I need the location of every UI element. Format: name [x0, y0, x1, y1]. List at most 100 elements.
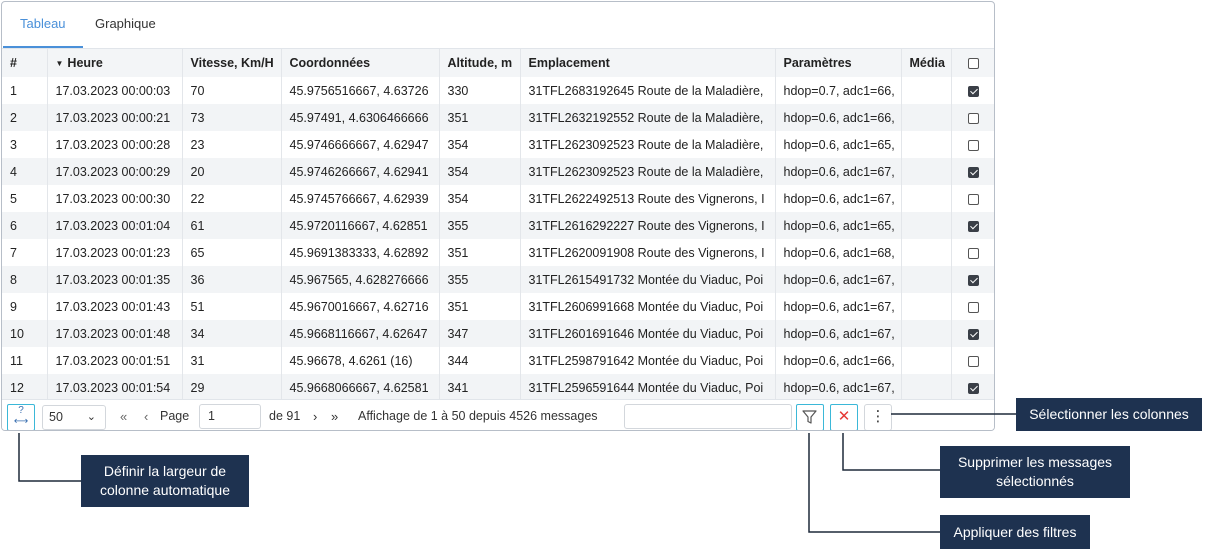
cell-params: hdop=0.6, adc1=67, [775, 374, 902, 401]
cell-speed: 36 [182, 266, 282, 293]
cell-loc: 31TFL2596591644 Montée du Viaduc, Poi [520, 374, 776, 401]
select-all-checkbox-cell[interactable] [951, 49, 994, 77]
cell-loc: 31TFL2623092523 Route de la Maladière, [520, 131, 776, 158]
row-checkbox[interactable] [968, 301, 980, 313]
table-row[interactable]: 10 17.03.2023 00:01:48 34 45.9668116667, 4.… [2, 320, 994, 347]
first-page-button[interactable]: « [120, 409, 127, 424]
cell-time: 17.03.2023 00:01:54 [47, 374, 183, 401]
close-icon: ✕ [837, 408, 851, 425]
table-row[interactable]: 6 17.03.2023 00:01:04 61 45.9720116667, 4.6… [2, 212, 994, 239]
filter-input[interactable] [624, 404, 792, 429]
select-columns-button[interactable]: ⋮ [864, 404, 892, 430]
column-header-coordonnees[interactable]: Coordonnées [281, 49, 440, 77]
cell-coords: 45.9756516667, 4.63726 [281, 77, 440, 104]
cell-loc: 31TFL2683192645 Route de la Maladière, [520, 77, 776, 104]
cell-n: 2 [2, 104, 48, 131]
page-number-input[interactable]: 1 [199, 404, 261, 429]
cell-media [901, 320, 952, 347]
row-checkbox-cell[interactable] [951, 239, 994, 266]
column-header-vitesse[interactable]: Vitesse, Km/H [182, 49, 282, 77]
row-checkbox[interactable] [968, 328, 980, 340]
table-row[interactable]: 12 17.03.2023 00:01:54 29 45.9668066667, 4.… [2, 374, 994, 401]
cell-loc: 31TFL2616292227 Route des Vignerons, I [520, 212, 776, 239]
column-header-altitude[interactable]: Altitude, m [439, 49, 521, 77]
row-checkbox[interactable] [968, 85, 980, 97]
row-checkbox-cell[interactable] [951, 158, 994, 185]
row-checkbox[interactable] [968, 166, 980, 178]
page-size-select[interactable]: 50 ⌄ [42, 405, 106, 430]
cell-params: hdop=0.6, adc1=67, [775, 293, 902, 320]
callout-auto-width-line2: colonne automatique [100, 482, 230, 498]
row-checkbox-cell[interactable] [951, 293, 994, 320]
cell-coords: 45.967565, 4.628276666 [281, 266, 440, 293]
row-checkbox-cell[interactable] [951, 266, 994, 293]
table-row[interactable]: 4 17.03.2023 00:00:29 20 45.9746266667, 4.6… [2, 158, 994, 185]
filter-icon [802, 410, 817, 424]
column-header-heure[interactable]: ▼ Heure [47, 49, 183, 77]
row-checkbox[interactable] [968, 112, 980, 124]
chevron-down-icon: ⌄ [86, 411, 96, 423]
callout-delete-selected: Supprimer les messages sélectionnés [940, 446, 1130, 498]
tab-graphique[interactable]: Graphique [95, 16, 156, 31]
cell-media [901, 374, 952, 401]
table-row[interactable]: 5 17.03.2023 00:00:30 22 45.9745766667, 4.6… [2, 185, 994, 212]
row-checkbox[interactable] [968, 139, 980, 151]
cell-params: hdop=0.6, adc1=67, [775, 266, 902, 293]
table-row[interactable]: 9 17.03.2023 00:01:43 51 45.9670016667, 4.6… [2, 293, 994, 320]
select-all-checkbox[interactable] [968, 58, 980, 70]
column-header-heure-label: Heure [67, 56, 103, 70]
cell-speed: 65 [182, 239, 282, 266]
row-checkbox[interactable] [968, 247, 980, 259]
table-row[interactable]: 7 17.03.2023 00:01:23 65 45.9691383333, 4.6… [2, 239, 994, 266]
row-checkbox[interactable] [968, 382, 980, 394]
paging-summary: Affichage de 1 à 50 depuis 4526 messages [358, 409, 598, 423]
callout-filters-text: Appliquer des filtres [953, 524, 1077, 540]
column-header-media[interactable]: Média [901, 49, 952, 77]
row-checkbox[interactable] [968, 274, 980, 286]
prev-page-button[interactable]: ‹ [144, 409, 148, 424]
cell-n: 6 [2, 212, 48, 239]
sort-desc-icon: ▼ [55, 59, 64, 68]
cell-params: hdop=0.6, adc1=66, [775, 347, 902, 374]
row-checkbox[interactable] [968, 220, 980, 232]
messages-table: # ▼ Heure Vitesse, Km/H Coordonnées Altit… [2, 49, 994, 401]
cell-time: 17.03.2023 00:00:29 [47, 158, 183, 185]
auto-column-width-icon: ? ⟷ [13, 405, 29, 427]
last-page-button[interactable]: » [331, 409, 338, 424]
column-header-parametres[interactable]: Paramètres [775, 49, 902, 77]
cell-coords: 45.9746266667, 4.62941 [281, 158, 440, 185]
apply-filters-button[interactable] [796, 404, 824, 430]
next-page-button[interactable]: › [313, 409, 317, 424]
column-header-emplacement[interactable]: Emplacement [520, 49, 776, 77]
cell-alt: 354 [439, 185, 521, 212]
table-row[interactable]: 11 17.03.2023 00:01:51 31 45.96678, 4.6261 … [2, 347, 994, 374]
cell-coords: 45.97491, 4.6306466666 [281, 104, 440, 131]
row-checkbox-cell[interactable] [951, 77, 994, 104]
cell-time: 17.03.2023 00:00:03 [47, 77, 183, 104]
row-checkbox-cell[interactable] [951, 104, 994, 131]
auto-column-width-button[interactable]: ? ⟷ [7, 404, 35, 430]
cell-n: 5 [2, 185, 48, 212]
row-checkbox-cell[interactable] [951, 320, 994, 347]
row-checkbox-cell[interactable] [951, 212, 994, 239]
row-checkbox-cell[interactable] [951, 185, 994, 212]
cell-params: hdop=0.6, adc1=67, [775, 185, 902, 212]
row-checkbox-cell[interactable] [951, 347, 994, 374]
tab-tableau[interactable]: Tableau [20, 16, 66, 31]
delete-selected-button[interactable]: ✕ [830, 404, 858, 430]
cell-params: hdop=0.6, adc1=65, [775, 212, 902, 239]
row-checkbox[interactable] [968, 355, 980, 367]
table-row[interactable]: 2 17.03.2023 00:00:21 73 45.97491, 4.630646… [2, 104, 994, 131]
cell-loc: 31TFL2615491732 Montée du Viaduc, Poi [520, 266, 776, 293]
table-row[interactable]: 3 17.03.2023 00:00:28 23 45.9746666667, 4.6… [2, 131, 994, 158]
column-header-number[interactable]: # [2, 49, 48, 77]
row-checkbox-cell[interactable] [951, 131, 994, 158]
table-row[interactable]: 8 17.03.2023 00:01:35 36 45.967565, 4.62827… [2, 266, 994, 293]
cell-alt: 355 [439, 266, 521, 293]
row-checkbox[interactable] [968, 193, 980, 205]
table-row[interactable]: 1 17.03.2023 00:00:03 70 45.9756516667, 4.6… [2, 77, 994, 104]
cell-time: 17.03.2023 00:00:30 [47, 185, 183, 212]
row-checkbox-cell[interactable] [951, 374, 994, 401]
cell-speed: 31 [182, 347, 282, 374]
total-pages: de 91 [269, 409, 301, 423]
